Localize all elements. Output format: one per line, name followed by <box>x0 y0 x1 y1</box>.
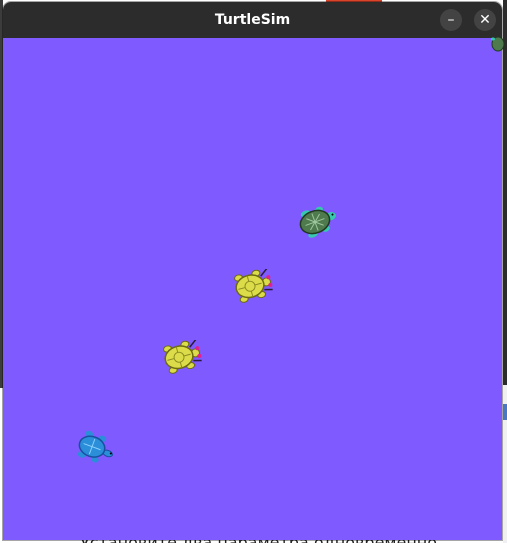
background-link-mark <box>503 404 507 420</box>
desktop-right-edge <box>503 0 507 385</box>
close-icon: ✕ <box>479 12 491 28</box>
window-titlebar[interactable]: TurtleSim – ✕ <box>3 2 502 38</box>
minimize-icon: – <box>447 12 455 28</box>
turtlesim-window: TurtleSim – ✕ <box>3 2 502 540</box>
minimize-button[interactable]: – <box>440 9 462 31</box>
close-button[interactable]: ✕ <box>474 9 496 31</box>
turtle-yellow-1-icon <box>234 269 273 303</box>
turtle-blue-icon <box>77 430 114 463</box>
turtle-canvas <box>3 38 502 540</box>
turtle-green-icon <box>299 206 336 238</box>
window-title: TurtleSim <box>214 12 291 28</box>
turtle-yellow-2-icon <box>163 340 202 374</box>
background-turtle-icon <box>491 36 505 52</box>
